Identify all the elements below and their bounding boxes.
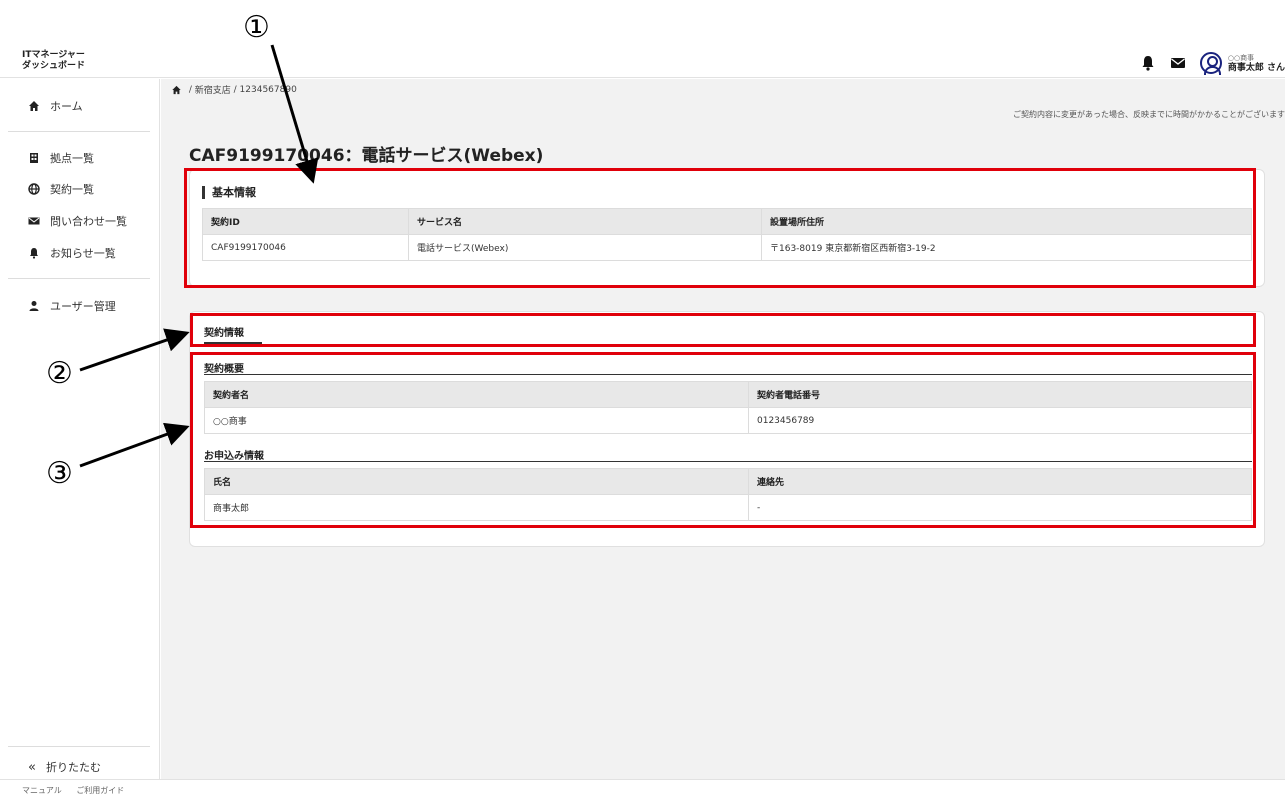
sidebar-item-notices[interactable]: お知らせ一覧: [28, 245, 116, 261]
sidebar-item-contracts[interactable]: 契約一覧: [28, 181, 94, 197]
annotation-box-1: [184, 168, 1256, 288]
sidebar-item-home[interactable]: ホーム: [28, 98, 83, 114]
home-icon: [29, 101, 39, 111]
sidebar-divider: [8, 131, 150, 132]
sidebar-item-label: お知らせ一覧: [50, 247, 116, 260]
collapse-sidebar-button[interactable]: « 折りたたむ: [28, 759, 101, 775]
sidebar-item-label: 拠点一覧: [50, 152, 94, 165]
user-avatar-icon[interactable]: [1199, 52, 1222, 75]
building-icon: [30, 153, 38, 163]
logo-line2: ダッシュボード: [22, 61, 86, 71]
user-icon: [29, 301, 39, 311]
mail-icon[interactable]: [1170, 55, 1186, 71]
header-actions: ○○商事 商事太郎 さん: [1140, 50, 1285, 76]
user-company: ○○商事: [1227, 54, 1255, 62]
sidebar-divider: [8, 278, 150, 279]
annotation-marker-3: ③: [46, 456, 73, 491]
user-name: 商事太郎 さん: [1227, 63, 1285, 73]
annotation-box-3: [190, 352, 1256, 528]
breadcrumb-sep: /: [230, 84, 240, 95]
user-menu[interactable]: ○○商事 商事太郎 さん: [1228, 53, 1285, 73]
notification-bell-icon[interactable]: [1140, 55, 1156, 71]
footer: マニュアル ご利用ガイド: [0, 779, 1285, 798]
update-notice: ご契約内容に変更があった場合、反映までに時間がかかることがございます: [1013, 110, 1285, 119]
annotation-box-2: [190, 313, 1256, 347]
home-icon[interactable]: [171, 85, 182, 95]
sidebar-item-label: 問い合わせ一覧: [50, 215, 127, 228]
breadcrumb-sep: /: [186, 84, 195, 95]
mail-icon: [28, 217, 40, 225]
page-title: CAF9199170046：電話サービス(Webex): [189, 146, 544, 166]
footer-guide-link[interactable]: ご利用ガイド: [76, 786, 124, 795]
breadcrumb: / 新宿支店 / 1234567890: [171, 83, 297, 96]
sidebar: ホーム 拠点一覧 契約一覧 問い合わせ一覧 お知らせ一覧 ユーザー管理 « 折り…: [0, 79, 160, 779]
app-logo[interactable]: ITマネージャー ダッシュボード: [22, 50, 85, 72]
sidebar-divider: [8, 746, 150, 747]
annotation-marker-2: ②: [46, 356, 73, 391]
logo-line1: ITマネージャー: [22, 50, 85, 60]
annotation-marker-1: ①: [243, 10, 270, 45]
footer-manual-link[interactable]: マニュアル: [22, 786, 62, 795]
breadcrumb-shop[interactable]: 新宿支店: [195, 83, 231, 96]
double-chevron-left-icon: «: [28, 759, 36, 775]
sidebar-item-label: ホーム: [50, 100, 83, 113]
sidebar-item-sites[interactable]: 拠点一覧: [28, 150, 94, 166]
sidebar-item-label: 契約一覧: [50, 183, 94, 196]
bell-icon: [30, 248, 38, 259]
app-root: ITマネージャー ダッシュボード ○○商事 商事太郎 さん ホーム 拠点一覧 契…: [0, 0, 1285, 798]
sidebar-item-label: ユーザー管理: [50, 300, 116, 313]
globe-icon: [28, 183, 40, 195]
sidebar-item-inquiries[interactable]: 問い合わせ一覧: [28, 213, 127, 229]
collapse-label: 折りたたむ: [45, 761, 101, 774]
sidebar-item-users[interactable]: ユーザー管理: [28, 298, 116, 314]
breadcrumb-contract: 1234567890: [239, 84, 297, 95]
top-header: ITマネージャー ダッシュボード ○○商事 商事太郎 さん: [0, 0, 1285, 78]
